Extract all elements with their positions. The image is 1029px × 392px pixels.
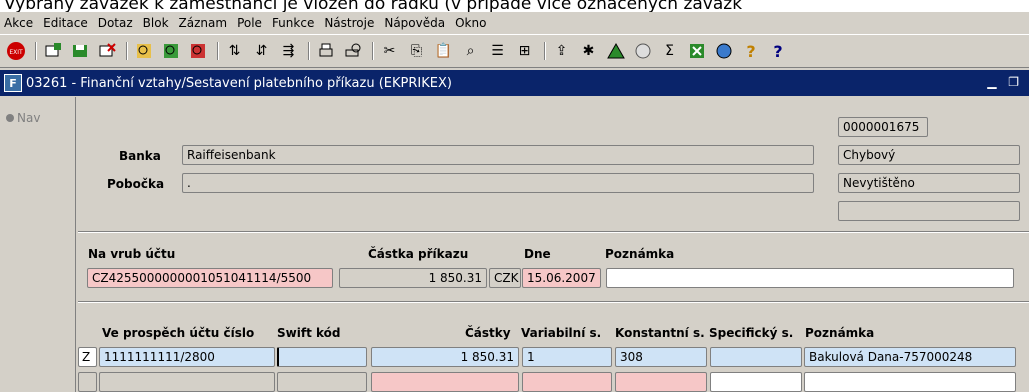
copy-icon[interactable]: ⎘: [405, 40, 428, 63]
menu-bar: Akce Editace Dotaz Blok Záznam Pole Funk…: [0, 12, 1029, 33]
extra-field[interactable]: [838, 201, 1020, 221]
currency-field[interactable]: CZK: [489, 268, 521, 288]
specific-symbol-header: Specifický s.: [709, 326, 794, 340]
branch-label: Pobočka: [107, 177, 165, 191]
menu-blok[interactable]: Blok: [143, 16, 169, 30]
toolbar-separator: [217, 42, 219, 60]
amounts-header: Částky: [465, 326, 511, 340]
variable-symbol-field[interactable]: 1: [522, 347, 612, 367]
find-icon[interactable]: ⌕: [459, 40, 482, 63]
constant-symbol-field[interactable]: [615, 372, 707, 392]
print-status-field[interactable]: Nevytištěno: [838, 173, 1020, 193]
bank-label: Banka: [119, 149, 161, 163]
print-icon[interactable]: [314, 40, 337, 63]
radio-icon: [6, 114, 14, 122]
debit-account-field[interactable]: CZ4255000000001051041114/5500: [87, 268, 333, 288]
toolbar-separator: [35, 42, 37, 60]
web-icon[interactable]: [712, 40, 735, 63]
branch-field[interactable]: .: [182, 173, 814, 193]
sort-asc-icon[interactable]: ⇅: [223, 40, 246, 63]
credit-account-field[interactable]: [99, 372, 275, 392]
debit-note-label: Poznámka: [605, 247, 675, 261]
amount-label: Částka příkazu: [368, 247, 469, 261]
bank-field[interactable]: Raiffeisenbank: [182, 145, 814, 165]
credit-account-header: Ve prospěch účtu číslo: [102, 326, 255, 340]
section-divider: [78, 301, 1029, 303]
document-number-field[interactable]: 0000001675: [838, 117, 928, 137]
cut-icon[interactable]: ✂: [378, 40, 401, 63]
menu-akce[interactable]: Akce: [4, 16, 33, 30]
constant-symbol-header: Konstantní s.: [615, 326, 705, 340]
cancel-query-icon[interactable]: [186, 40, 209, 63]
amount-row-field[interactable]: [371, 372, 519, 392]
debit-account-label: Na vrub účtu: [88, 247, 176, 261]
form-content: Nav Banka Raiffeisenbank Pobočka . 00000…: [0, 97, 1029, 392]
svg-text:?: ?: [773, 42, 782, 60]
specific-symbol-field[interactable]: [710, 372, 802, 392]
menu-okno[interactable]: Okno: [455, 16, 486, 30]
paste-icon[interactable]: 📋: [432, 40, 455, 63]
swift-field[interactable]: [277, 372, 367, 392]
section-divider: [78, 231, 1029, 233]
credit-note-header: Poznámka: [805, 326, 875, 340]
export-icon[interactable]: ⇪: [550, 40, 573, 63]
menu-funkce[interactable]: Funkce: [272, 16, 314, 30]
execute-query-icon[interactable]: [159, 40, 182, 63]
exit-icon[interactable]: EXIT: [4, 40, 27, 63]
list-icon[interactable]: ☰: [486, 40, 509, 63]
constant-symbol-field[interactable]: 308: [615, 347, 707, 367]
debit-note-field[interactable]: [606, 268, 1014, 288]
swift-field[interactable]: [277, 347, 367, 367]
date-field[interactable]: 15.06.2007: [522, 268, 601, 288]
menu-nastroje[interactable]: Nástroje: [324, 16, 374, 30]
clock-icon[interactable]: [631, 40, 654, 63]
variable-symbol-header: Variabilní s.: [521, 326, 602, 340]
toolbar-separator: [544, 42, 546, 60]
window-title: 03261 - Finanční vztahy/Sestavení plateb…: [26, 75, 452, 91]
excel-icon[interactable]: [685, 40, 708, 63]
nav-column: Nav: [0, 97, 76, 392]
tree-icon[interactable]: ⊞: [513, 40, 536, 63]
menu-editace[interactable]: Editace: [43, 16, 88, 30]
menu-zaznam[interactable]: Záznam: [179, 16, 228, 30]
variable-symbol-field[interactable]: [522, 372, 612, 392]
sum-icon[interactable]: Σ: [658, 40, 681, 63]
tools-icon[interactable]: ✱: [577, 40, 600, 63]
credit-note-field[interactable]: Bakulová Dana-757000248: [804, 347, 1016, 367]
save-record-icon[interactable]: [68, 40, 91, 63]
credit-account-field[interactable]: 1111111111/2800: [99, 347, 275, 367]
window-controls[interactable]: ▁ ❐: [987, 75, 1023, 89]
window-title-bar: F 03261 - Finanční vztahy/Sestavení plat…: [0, 70, 1029, 96]
menu-dotaz[interactable]: Dotaz: [98, 16, 133, 30]
row-flag-field[interactable]: [78, 372, 97, 392]
query-icon[interactable]: [132, 40, 155, 63]
nav-radio[interactable]: Nav: [6, 111, 40, 125]
swift-header: Swift kód: [277, 326, 341, 340]
question-icon[interactable]: ?: [766, 40, 789, 63]
delete-record-icon[interactable]: [95, 40, 118, 63]
insert-record-icon[interactable]: [41, 40, 64, 63]
menu-pole[interactable]: Pole: [237, 16, 262, 30]
toolbar-separator: [126, 42, 128, 60]
status-field[interactable]: Chybový: [838, 145, 1020, 165]
form-icon: F: [4, 74, 22, 92]
toolbar-separator: [308, 42, 310, 60]
nav-label: Nav: [17, 111, 41, 125]
amount-row-field[interactable]: 1 850.31: [371, 347, 519, 367]
credit-note-field[interactable]: [804, 372, 1016, 392]
help-icon[interactable]: ?: [739, 40, 762, 63]
toolbar-separator: [372, 42, 374, 60]
sort-desc-icon[interactable]: ⇵: [250, 40, 273, 63]
svg-text:?: ?: [746, 42, 755, 60]
sort-multi-icon[interactable]: ⇶: [277, 40, 300, 63]
menu-napoveda[interactable]: Nápověda: [384, 16, 445, 30]
warning-icon[interactable]: [604, 40, 627, 63]
date-label: Dne: [524, 247, 551, 261]
specific-symbol-field[interactable]: [710, 347, 802, 367]
row-flag-field[interactable]: Z: [78, 347, 97, 367]
print-preview-icon[interactable]: [341, 40, 364, 63]
svg-text:EXIT: EXIT: [9, 49, 23, 56]
toolbar: EXIT ⇅ ⇵ ⇶ ✂ ⎘ 📋 ⌕ ☰ ⊞ ⇪ ✱ Σ ? ?: [0, 34, 1029, 68]
amount-field[interactable]: 1 850.31: [339, 268, 487, 288]
